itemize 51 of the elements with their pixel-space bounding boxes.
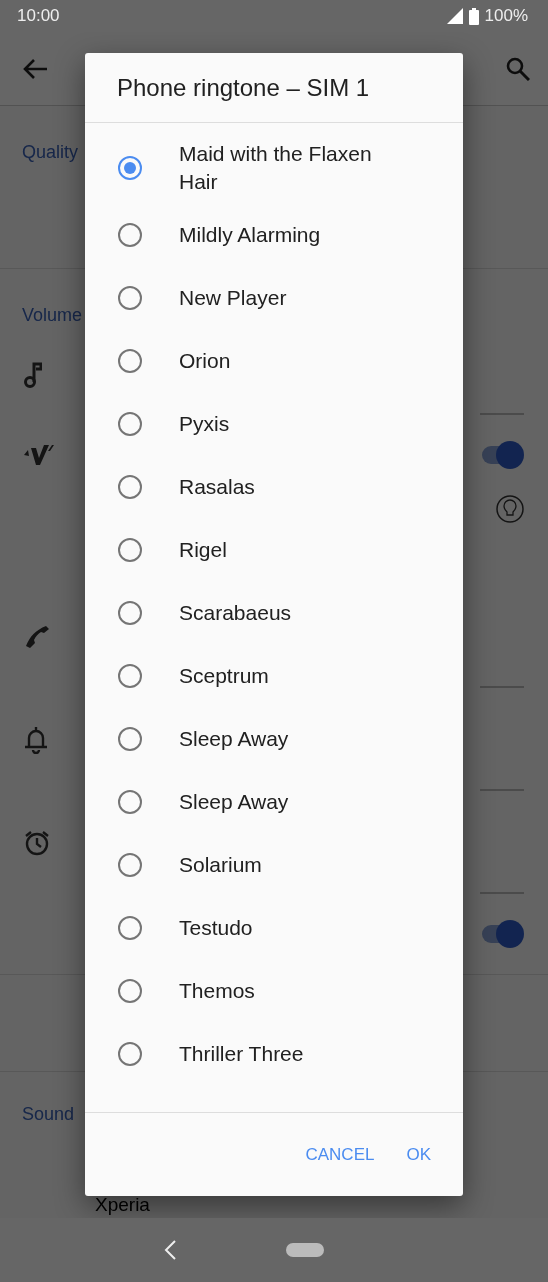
battery-percent: 100% <box>484 6 528 26</box>
ringtone-option[interactable]: Rigel <box>85 518 463 581</box>
dialog-title: Phone ringtone – SIM 1 <box>117 73 370 102</box>
phone-icon <box>24 623 50 650</box>
ringtone-option[interactable]: Sleep Away <box>85 707 463 770</box>
section-heading: Sound <box>22 1104 75 1124</box>
radio-button[interactable] <box>118 600 142 625</box>
section-heading: Volume <box>22 305 83 325</box>
radio-button[interactable] <box>118 726 142 751</box>
ringtone-option[interactable]: Themos <box>85 959 463 1022</box>
home-button[interactable] <box>286 1243 324 1257</box>
radio-button[interactable] <box>118 474 142 499</box>
ringtone-option[interactable]: Solarium <box>85 833 463 896</box>
search-icon[interactable] <box>506 56 530 81</box>
signal-icon <box>446 8 463 24</box>
music-note-icon <box>24 362 42 388</box>
radio-button[interactable] <box>118 537 142 562</box>
toggle-switch[interactable] <box>482 920 524 948</box>
radio-button[interactable] <box>118 852 142 877</box>
alarm-clock-icon <box>24 829 50 856</box>
lightbulb-icon <box>496 495 524 523</box>
ringtone-option[interactable]: Thriller Three <box>85 1022 463 1085</box>
radio-button[interactable] <box>118 915 142 940</box>
ringtone-option[interactable]: New Player <box>85 266 463 329</box>
ringtone-option[interactable]: Rasalas <box>85 455 463 518</box>
radio-button[interactable] <box>118 222 142 247</box>
ringtone-option[interactable]: Mildly Alarming <box>85 203 463 266</box>
radio-button[interactable] <box>118 285 142 310</box>
setting-value: Xperia <box>94 1194 150 1216</box>
battery-icon <box>468 7 479 25</box>
ringtone-option[interactable]: Scarabaeus <box>85 581 463 644</box>
radio-button[interactable] <box>118 789 142 814</box>
radio-button[interactable] <box>118 1041 142 1066</box>
bell-icon <box>24 725 48 754</box>
radio-button[interactable] <box>118 348 142 373</box>
ringtone-option[interactable]: Sceptrum <box>85 644 463 707</box>
back-nav-icon[interactable] <box>164 1240 176 1260</box>
radio-button[interactable] <box>118 411 142 436</box>
back-arrow-icon[interactable] <box>22 57 48 80</box>
ringtone-option[interactable]: Maid with the Flaxen Hair <box>85 133 463 203</box>
ringtone-option[interactable]: Orion <box>85 329 463 392</box>
ringtone-option[interactable]: Sleep Away <box>85 770 463 833</box>
ringtone-option[interactable]: Pyxis <box>85 392 463 455</box>
radio-button[interactable] <box>118 978 142 1003</box>
section-heading: Quality <box>22 142 79 162</box>
ringtone-option[interactable]: Testudo <box>85 896 463 959</box>
toggle-switch[interactable] <box>482 441 524 469</box>
clock-time: 10:00 <box>17 6 60 26</box>
vibration-logo-icon <box>24 445 54 465</box>
radio-button[interactable] <box>118 156 142 180</box>
radio-button[interactable] <box>118 663 142 688</box>
